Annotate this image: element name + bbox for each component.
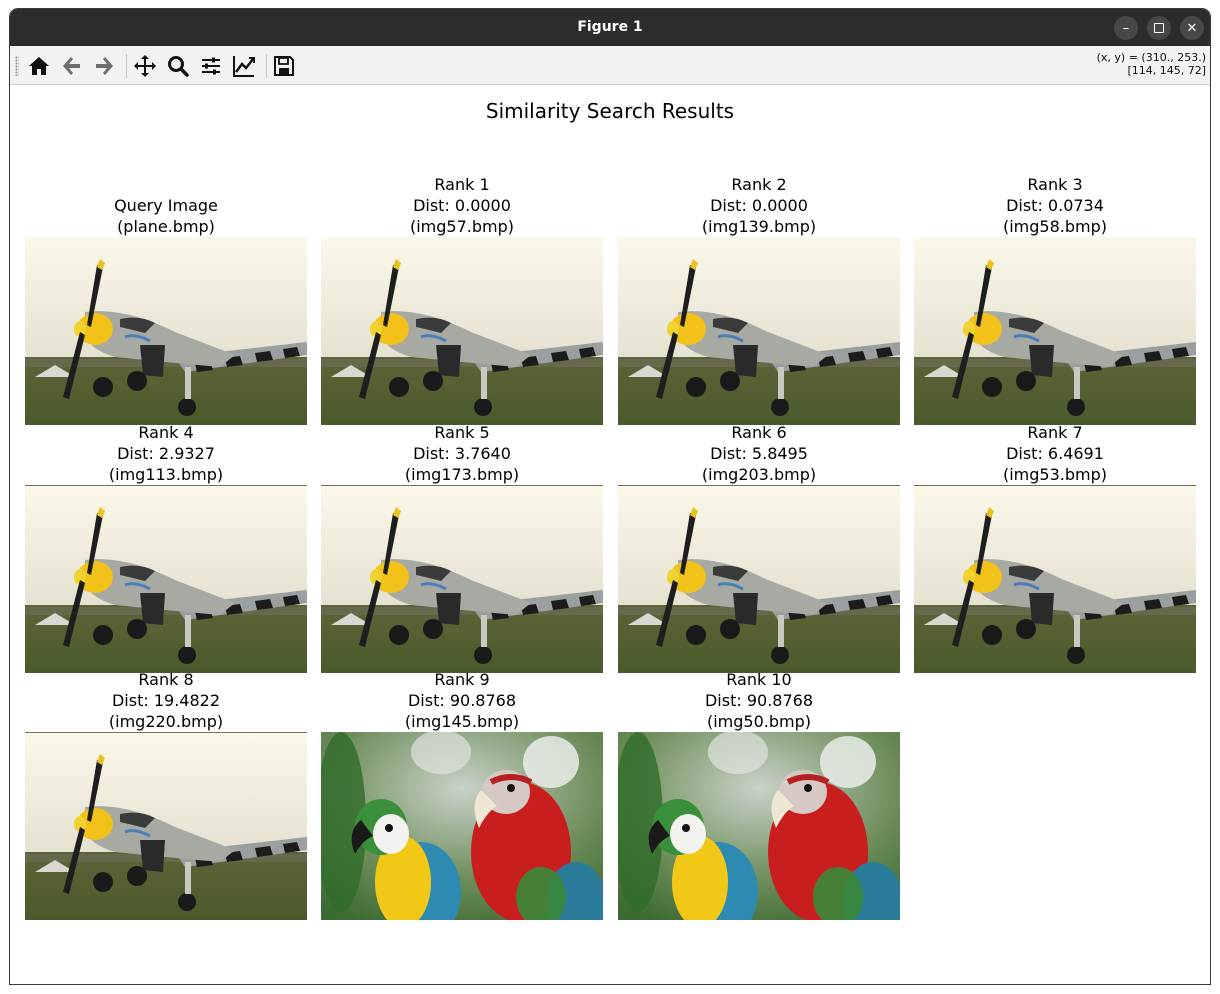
figure-window: Figure 1 – ✕ (x, y) = (310., 253.) [114,…: [9, 8, 1211, 985]
save-icon: [274, 56, 294, 76]
figure-title: Similarity Search Results: [485, 99, 735, 123]
rank-caption: Rank 1 Dist: 0.0000 (img57.bmp): [409, 175, 514, 236]
result-image: [25, 485, 307, 673]
zoom-button[interactable]: [164, 52, 192, 80]
image-border: [618, 485, 900, 486]
back-icon: [63, 57, 80, 75]
edit-axis-button[interactable]: [230, 52, 258, 80]
edit-axis-icon: [233, 56, 255, 77]
back-button[interactable]: [58, 52, 86, 80]
cursor-coordinates: (x, y) = (310., 253.) [114, 145, 72]: [1097, 51, 1206, 77]
forward-icon: [96, 57, 113, 75]
image-border: [25, 485, 307, 486]
pixel-value-readout: [114, 145, 72]: [1127, 64, 1206, 77]
window-title: Figure 1: [577, 19, 643, 35]
parrots-photo: [618, 732, 900, 920]
plane-photo: [25, 732, 307, 920]
pan-icon: [134, 55, 156, 77]
zoom-icon: [168, 56, 189, 77]
rank-caption: Rank 8 Dist: 19.4822 (img220.bmp): [108, 670, 224, 731]
plane-photo: [618, 237, 900, 425]
configure-subplots-button[interactable]: [197, 52, 225, 80]
maximize-icon: [1154, 23, 1164, 33]
plane-photo: [321, 237, 603, 425]
plane-photo: [25, 485, 307, 673]
plane-photo: [321, 485, 603, 673]
result-image: [321, 237, 603, 425]
image-border: [914, 485, 1196, 486]
result-image: [914, 237, 1196, 425]
result-image: [914, 485, 1196, 673]
result-image: [618, 732, 900, 920]
rank-caption: Rank 2 Dist: 0.0000 (img139.bmp): [701, 175, 817, 236]
rank-caption: Rank 7 Dist: 6.4691 (img53.bmp): [1002, 423, 1107, 484]
title-bar: Figure 1 – ✕: [10, 9, 1210, 46]
home-button[interactable]: [25, 52, 53, 80]
plane-photo: [25, 237, 307, 425]
minimize-button[interactable]: –: [1114, 16, 1138, 40]
query-caption: Query Image (plane.bmp): [114, 196, 218, 236]
coordinate-readout: (x, y) = (310., 253.): [1096, 51, 1206, 64]
toolbar-separator: [126, 54, 127, 78]
navigation-toolbar: (x, y) = (310., 253.) [114, 145, 72]: [10, 46, 1210, 85]
image-border: [25, 732, 307, 733]
configure-subplots-icon: [202, 57, 220, 75]
minimize-icon: –: [1122, 20, 1130, 36]
rank-caption: Rank 4 Dist: 2.9327 (img113.bmp): [108, 423, 224, 484]
figure-canvas[interactable]: Similarity Search Results Query Image (p…: [10, 85, 1210, 984]
plane-photo: [618, 485, 900, 673]
rank-caption: Rank 3 Dist: 0.0734 (img58.bmp): [1002, 175, 1107, 236]
result-image: [321, 732, 603, 920]
toolbar-grip[interactable]: [15, 56, 19, 76]
plane-photo: [914, 237, 1196, 425]
home-icon: [29, 57, 49, 75]
result-image: [25, 732, 307, 920]
rank-caption: Rank 10 Dist: 90.8768 (img50.bmp): [704, 670, 813, 731]
maximize-button[interactable]: [1147, 16, 1171, 40]
pan-button[interactable]: [131, 52, 159, 80]
result-image: [321, 485, 603, 673]
image-border: [321, 485, 603, 486]
result-image: [618, 485, 900, 673]
result-image: [618, 237, 900, 425]
parrots-photo: [321, 732, 603, 920]
save-button[interactable]: [270, 52, 298, 80]
rank-caption: Rank 6 Dist: 5.8495 (img203.bmp): [701, 423, 817, 484]
rank-caption: Rank 5 Dist: 3.7640 (img173.bmp): [404, 423, 520, 484]
plane-photo: [914, 485, 1196, 673]
rank-caption: Rank 9 Dist: 90.8768 (img145.bmp): [404, 670, 520, 731]
toolbar-separator: [266, 54, 267, 78]
query-image: [25, 237, 307, 425]
close-icon: ✕: [1186, 20, 1198, 36]
forward-button[interactable]: [90, 52, 118, 80]
close-button[interactable]: ✕: [1180, 16, 1204, 40]
